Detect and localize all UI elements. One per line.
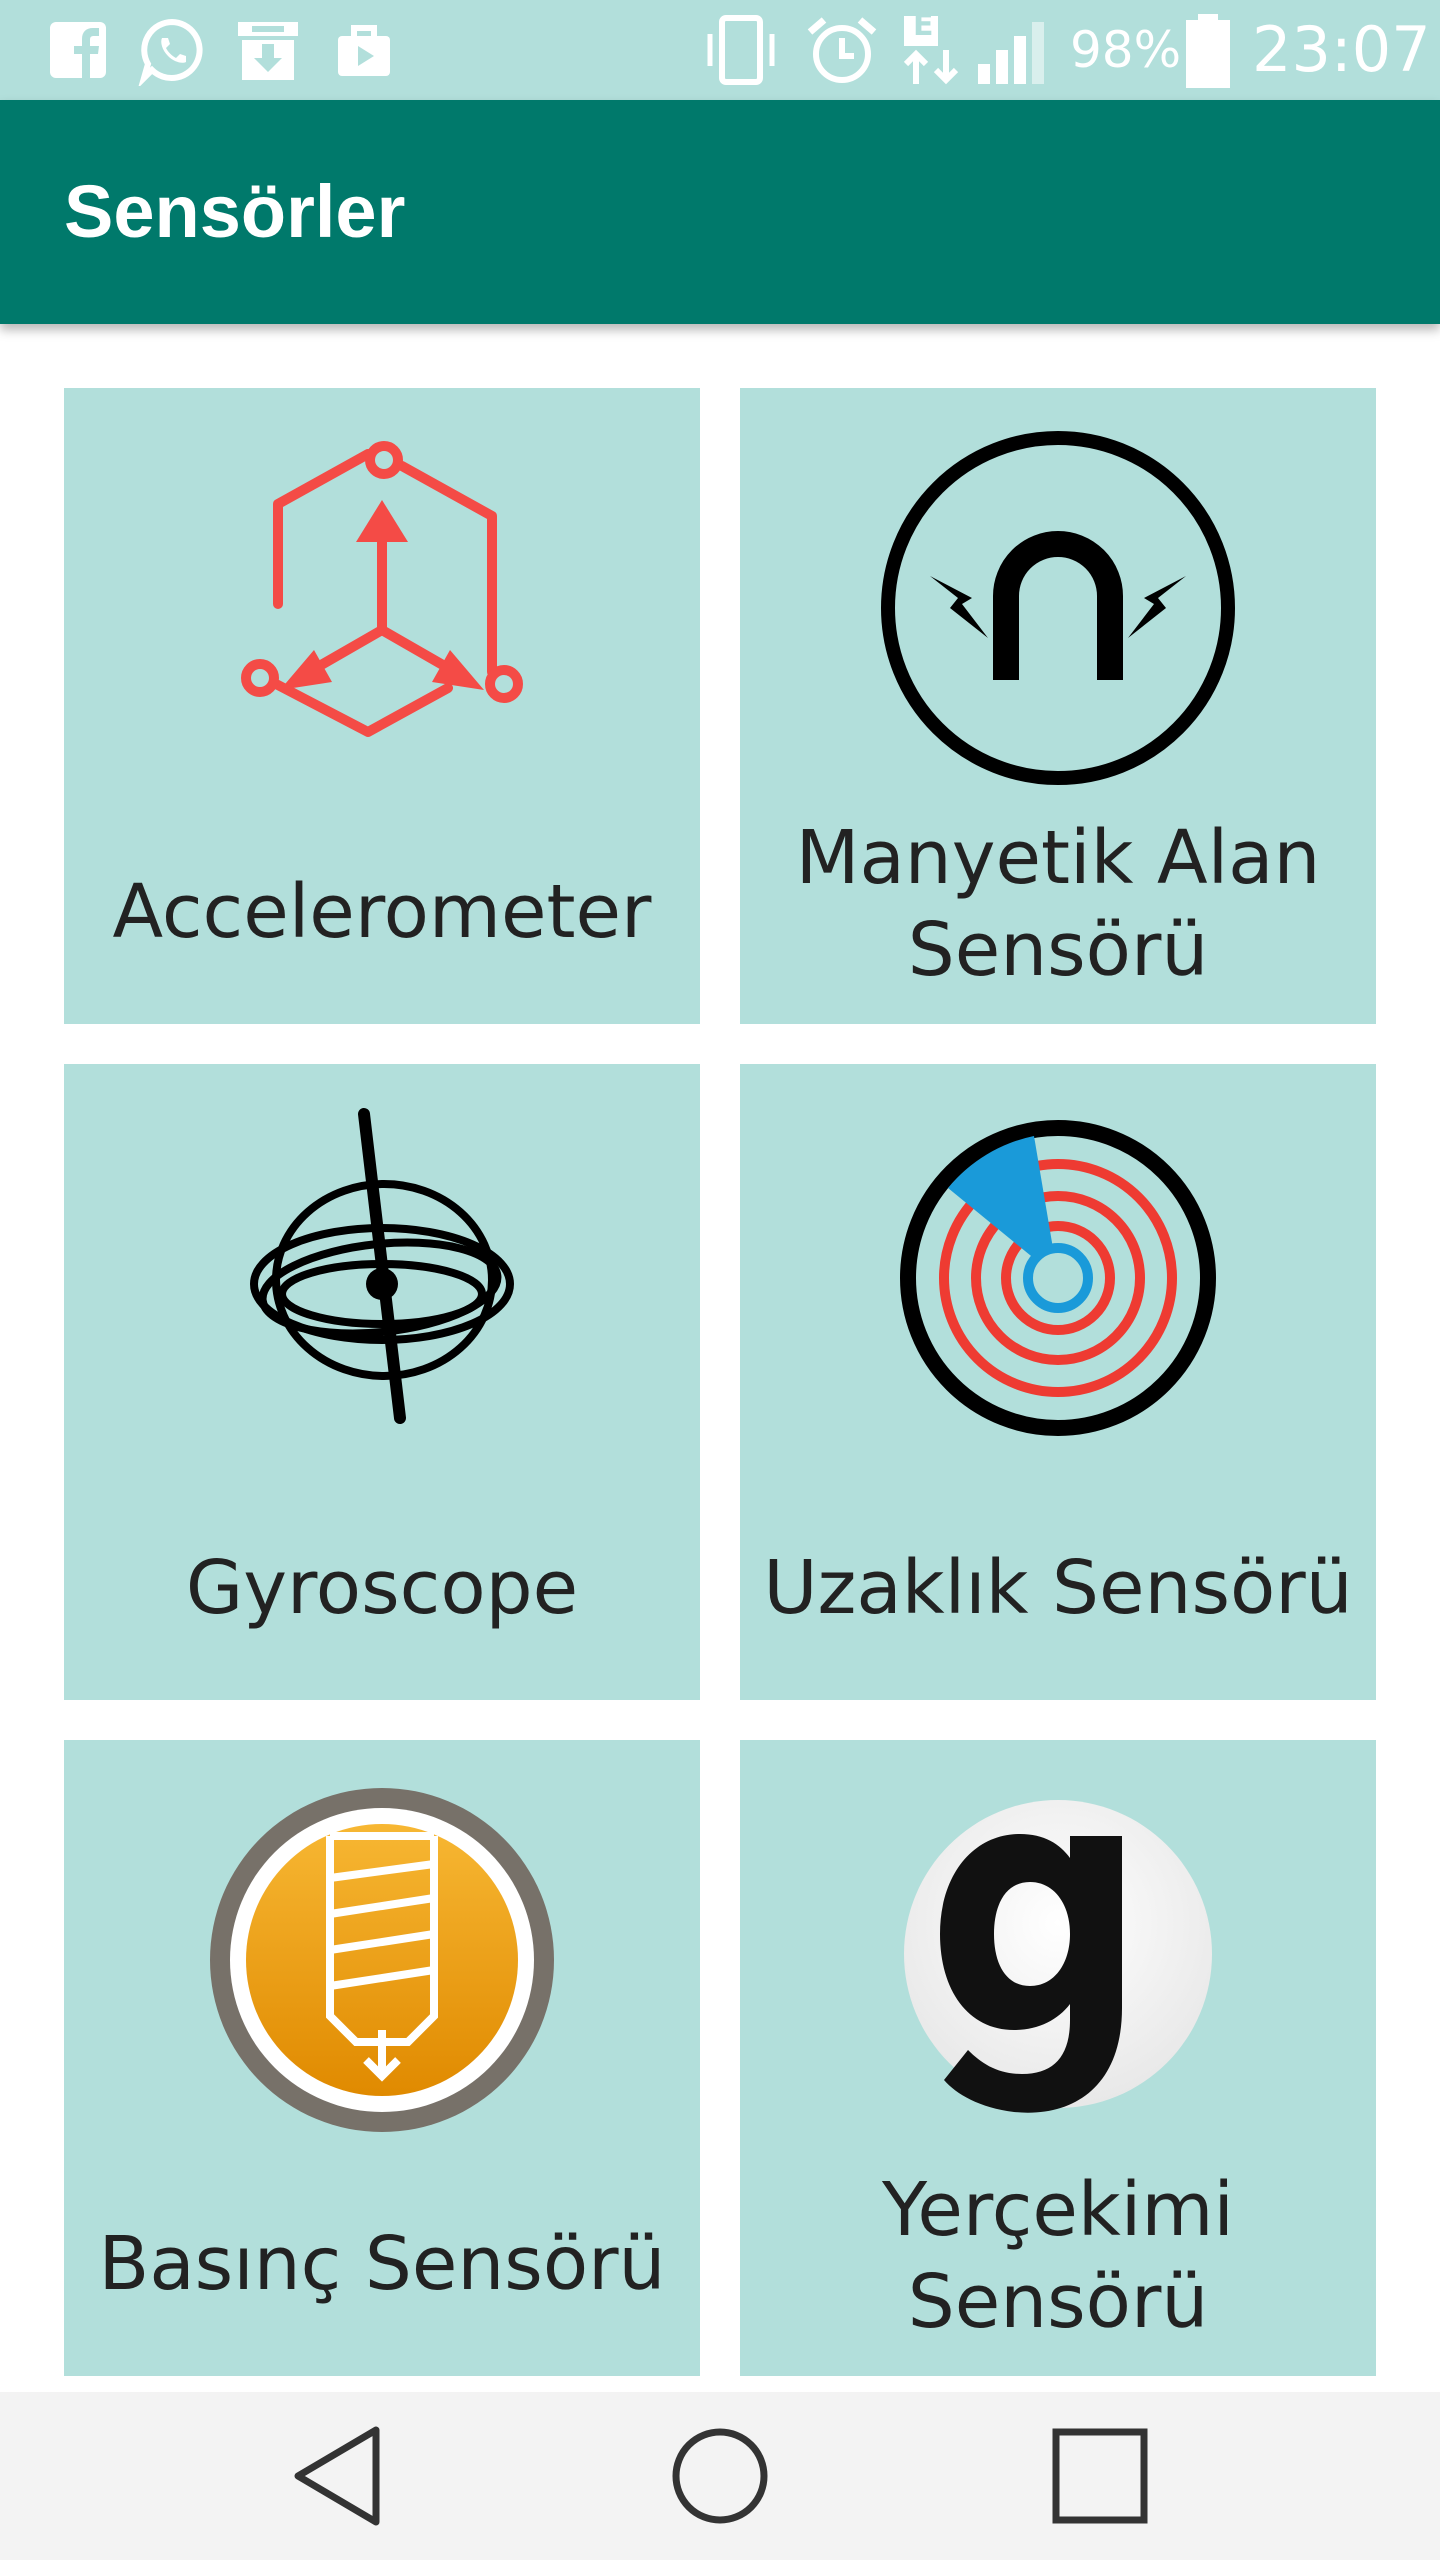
sensor-grid: Accelerometer Manyetik Alan Sensörü Gyro… (0, 324, 1440, 2390)
sensor-label: Gyroscope (185, 1545, 579, 1631)
gyroscope-icon (64, 1064, 700, 1494)
page-title: Sensörler (64, 170, 406, 253)
sensor-label: Accelerometer (112, 869, 652, 955)
sensor-label: Manyetik Alan Sensörü (795, 815, 1321, 993)
sensor-tile-magnetic-field[interactable]: Manyetik Alan Sensörü (740, 388, 1376, 1024)
signal-icon (978, 22, 1044, 84)
pressure-icon (64, 1740, 700, 2170)
home-icon[interactable] (660, 2416, 780, 2536)
briefcase-icon (338, 25, 390, 76)
gravity-g-icon (740, 1740, 1376, 2170)
sensor-tile-proximity[interactable]: Uzaklık Sensörü (740, 1064, 1376, 1700)
facebook-icon (50, 22, 106, 78)
battery-percent: 98% (1070, 21, 1182, 79)
sensor-label: Uzaklık Sensörü (763, 1545, 1353, 1631)
sensor-label: Basınç Sensörü (98, 2221, 666, 2307)
sensor-tile-accelerometer[interactable]: Accelerometer (64, 388, 700, 1024)
sensor-tile-gyroscope[interactable]: Gyroscope (64, 1064, 700, 1700)
clock: 23:07 (1252, 13, 1431, 86)
proximity-radar-icon (740, 1064, 1376, 1494)
sensor-label: Yerçekimi Sensörü (882, 2167, 1234, 2345)
alarm-icon (807, 17, 877, 83)
whatsapp-icon (138, 18, 203, 86)
network-type-label: E (913, 8, 934, 43)
app-bar: Sensörler (0, 100, 1440, 324)
recents-icon[interactable] (1040, 2416, 1160, 2536)
back-icon[interactable] (280, 2416, 400, 2536)
status-bar: E 98% 23:07 (0, 0, 1440, 100)
magnet-icon (740, 388, 1376, 818)
battery-icon (1186, 14, 1230, 88)
navigation-bar (0, 2392, 1440, 2560)
sensor-tile-pressure[interactable]: Basınç Sensörü (64, 1740, 700, 2376)
vibrate-icon (707, 15, 775, 85)
sensor-tile-gravity[interactable]: Yerçekimi Sensörü (740, 1740, 1376, 2376)
download-box-icon (238, 22, 298, 80)
accelerometer-icon (64, 388, 700, 818)
